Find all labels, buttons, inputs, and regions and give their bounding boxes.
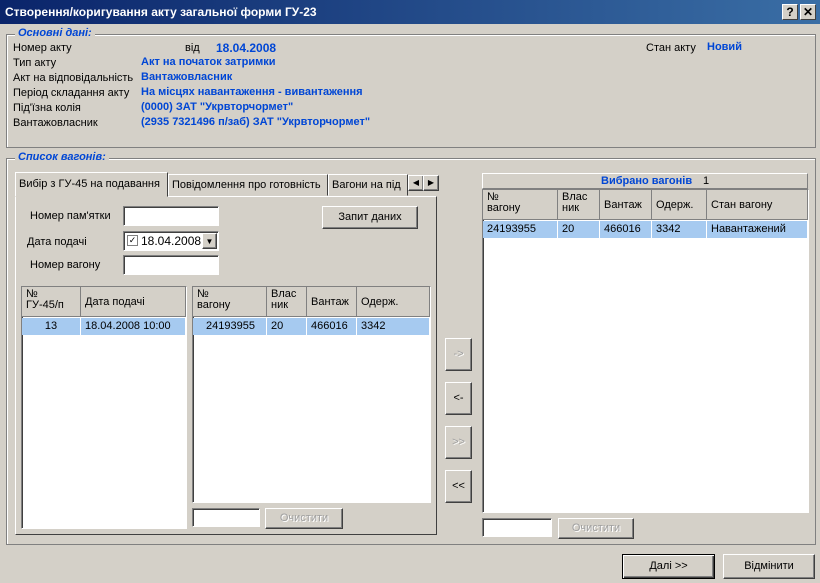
window-title: Створення/коригування акту загальної фор… [5, 5, 317, 19]
period-value: На місцях навантаження - вивантаження [141, 86, 363, 98]
table-cell: 24193955 [483, 221, 558, 238]
wagon-number-input[interactable] [123, 255, 219, 275]
table-row[interactable]: 24193955 20 466016 3342 [193, 318, 430, 335]
tab-gu45-selection[interactable]: Вибір з ГУ-45 на подавання [15, 172, 168, 197]
wagon-number-label: Номер вагону [30, 259, 101, 271]
tab-scroll-right-icon[interactable]: ▶ [423, 175, 439, 191]
column-header[interactable]: Влас ник [558, 190, 600, 220]
chevron-down-icon[interactable]: ▼ [202, 233, 217, 249]
table-cell: 466016 [307, 318, 357, 335]
move-all-right-button[interactable]: >> [445, 426, 472, 459]
table-cell: Навантажений [707, 221, 808, 238]
memo-number-input[interactable] [123, 206, 219, 226]
act-type-value: Акт на початок затримки [141, 56, 276, 68]
selected-wagons-list[interactable]: № вагону Влас ник Вантаж Одерж. Стан ваг… [482, 189, 809, 513]
move-all-left-button[interactable]: << [445, 470, 472, 503]
table-cell: 20 [558, 221, 600, 238]
table-cell: 18.04.2008 10:00 [81, 318, 186, 335]
cargo-owner-value: (2935 7321496 п/заб) ЗАТ "Укрвторчормет" [141, 116, 371, 128]
act-state-label: Стан акту [646, 42, 696, 54]
act-state-value: Новий [707, 41, 742, 53]
table-row[interactable]: 24193955 20 466016 3342 Навантажений [483, 221, 808, 238]
period-label: Період складання акту [13, 87, 130, 99]
column-header[interactable]: Одерж. [652, 190, 707, 220]
table-cell: 20 [267, 318, 307, 335]
responsibility-value: Вантажовласник [141, 71, 233, 83]
move-right-button[interactable]: -> [445, 338, 472, 371]
column-header[interactable]: № вагону [193, 287, 267, 317]
column-header[interactable]: Вантаж [307, 287, 357, 317]
tab-wagons-on[interactable]: Вагони на під [328, 174, 408, 196]
date-from-label: від [185, 42, 200, 54]
tab-readiness-notice[interactable]: Повідомлення про готовність [168, 174, 328, 196]
main-data-legend: Основні дані: [15, 27, 95, 39]
siding-value: (0000) ЗАТ "Укрвторчормет" [141, 101, 294, 113]
found-wagons-list[interactable]: № вагону Влас ник Вантаж Одерж. 24193955… [192, 286, 431, 503]
responsibility-label: Акт на відповідальність [13, 72, 134, 84]
selected-header-bar: Вибрано вагонів 1 [482, 173, 808, 189]
submission-date-picker[interactable]: ✓ 18.04.2008 ▼ [123, 231, 219, 251]
table-cell: 3342 [652, 221, 707, 238]
clear-button[interactable]: Очистити [265, 508, 343, 529]
cancel-button[interactable]: Відмінити [723, 554, 815, 579]
cargo-owner-label: Вантажовласник [13, 117, 98, 129]
act-date-value: 18.04.2008 [216, 41, 277, 55]
query-data-button[interactable]: Запит даних [322, 206, 418, 229]
table-cell: 24193955 [193, 318, 267, 335]
table-cell: 3342 [357, 318, 430, 335]
table-cell: 466016 [600, 221, 652, 238]
column-header[interactable]: Стан вагону [707, 190, 808, 220]
column-header[interactable]: № ГУ-45/п [22, 287, 81, 317]
column-header[interactable]: Дата подачі [81, 287, 186, 317]
selected-count: 1 [703, 175, 710, 187]
selected-filter-input[interactable] [482, 518, 552, 537]
submission-date-value: 18.04.2008 [141, 234, 202, 248]
selected-title: Вибрано вагонів [601, 175, 693, 187]
column-header[interactable]: Влас ник [267, 287, 307, 317]
submission-date-label: Дата подачі [27, 236, 87, 248]
column-header[interactable]: Одерж. [357, 287, 430, 317]
wagon-list-legend: Список вагонів: [15, 151, 109, 163]
memo-number-label: Номер пам'ятки [30, 210, 111, 222]
tab-scroll-left-icon[interactable]: ◀ [408, 175, 424, 191]
act-type-label: Тип акту [13, 57, 57, 69]
table-row[interactable]: 13 18.04.2008 10:00 [22, 318, 186, 335]
column-header[interactable]: Вантаж [600, 190, 652, 220]
title-bar: Створення/коригування акту загальної фор… [0, 0, 820, 24]
act-number-label: Номер акту [13, 42, 72, 54]
move-left-button[interactable]: <- [445, 382, 472, 415]
clear-selected-button[interactable]: Очистити [558, 518, 634, 539]
siding-label: Під'їзна колія [13, 102, 81, 114]
close-icon[interactable]: ✕ [800, 4, 816, 20]
help-button[interactable]: ? [782, 4, 798, 20]
next-button[interactable]: Далі >> [622, 554, 715, 579]
table-cell: 13 [22, 318, 81, 335]
date-checkbox[interactable]: ✓ [127, 235, 138, 246]
gu45-list[interactable]: № ГУ-45/п Дата подачі 13 18.04.2008 10:0… [21, 286, 187, 529]
found-filter-input[interactable] [192, 508, 260, 527]
column-header[interactable]: № вагону [483, 190, 558, 220]
